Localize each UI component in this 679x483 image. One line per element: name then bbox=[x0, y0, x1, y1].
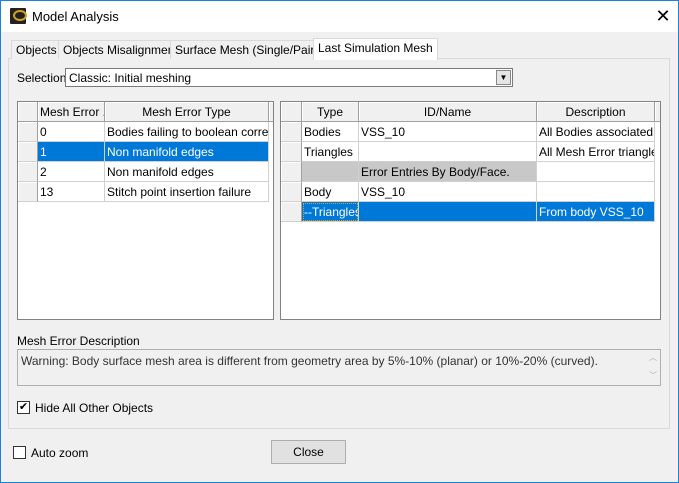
app-logo-icon bbox=[10, 8, 27, 24]
auto-zoom-label: Auto zoom bbox=[31, 446, 89, 460]
row-header[interactable] bbox=[281, 142, 302, 162]
table-cell[interactable]: Bodies bbox=[302, 122, 359, 142]
row-header[interactable] bbox=[18, 162, 38, 182]
row-header[interactable] bbox=[281, 202, 302, 222]
column-header[interactable]: ID/Name bbox=[359, 102, 537, 122]
column-header-spacer bbox=[269, 102, 273, 122]
scroll-down-icon[interactable]: ﹀ bbox=[649, 370, 657, 381]
column-header-spacer bbox=[655, 102, 660, 122]
table-cell[interactable]: Non manifold edges bbox=[105, 142, 269, 162]
tab-objects-misalignment[interactable]: Objects Misalignment bbox=[58, 40, 183, 59]
corner-header bbox=[281, 102, 302, 122]
selection-dropdown[interactable]: Classic: Initial meshing ▼ bbox=[65, 68, 513, 87]
table-cell[interactable]: VSS_10 bbox=[359, 122, 537, 142]
hide-others-label: Hide All Other Objects bbox=[35, 401, 154, 415]
table-cell[interactable]: Triangles bbox=[302, 142, 359, 162]
selection-value: Classic: Initial meshing bbox=[69, 71, 192, 85]
row-header[interactable] bbox=[281, 182, 302, 202]
table-cell[interactable]: Non manifold edges bbox=[105, 162, 269, 182]
table-cell[interactable] bbox=[537, 162, 655, 182]
tab-objects[interactable]: Objects bbox=[11, 40, 62, 59]
description-textbox[interactable]: Warning: Body surface mesh area is diffe… bbox=[17, 349, 661, 386]
table-cell[interactable]: 2 bbox=[38, 162, 105, 182]
row-header[interactable] bbox=[18, 122, 38, 142]
table-cell[interactable]: 1 bbox=[38, 142, 105, 162]
column-header[interactable]: Mesh Error Type bbox=[105, 102, 269, 122]
table-cell[interactable]: From body VSS_10 bbox=[537, 202, 655, 222]
table-cell[interactable]: Body bbox=[302, 182, 359, 202]
table-cell[interactable] bbox=[302, 162, 359, 182]
selection-label: Selection: bbox=[17, 71, 70, 85]
table-cell[interactable]: Bodies failing to boolean correctly bbox=[105, 122, 269, 142]
description-text: Warning: Body surface mesh area is diffe… bbox=[21, 354, 598, 368]
error-entries-table: Type ID/Name Description Bodies VSS_10 All Bo… bbox=[280, 101, 661, 320]
table-cell[interactable] bbox=[359, 202, 537, 222]
column-header[interactable]: Type bbox=[302, 102, 359, 122]
hide-others-checkbox[interactable]: ✔ bbox=[17, 401, 30, 414]
tab-surface-mesh[interactable]: Surface Mesh (Single/Pairs) bbox=[170, 40, 330, 59]
table-cell[interactable]: All Mesh Error triangle... bbox=[537, 142, 655, 162]
corner-header bbox=[18, 102, 38, 122]
window-title: Model Analysis bbox=[32, 9, 119, 24]
tab-last-simulation-mesh[interactable]: Last Simulation Mesh bbox=[313, 38, 438, 60]
window-close-button[interactable]: ✕ bbox=[651, 4, 675, 28]
row-header[interactable] bbox=[18, 142, 38, 162]
checkmark-icon: ✔ bbox=[18, 401, 29, 413]
table-cell[interactable] bbox=[359, 142, 537, 162]
chevron-down-icon[interactable]: ▼ bbox=[496, 70, 511, 85]
title-bar: Model Analysis ✕ bbox=[1, 1, 678, 32]
column-header[interactable]: Description bbox=[537, 102, 655, 122]
table-cell[interactable]: Stitch point insertion failure bbox=[105, 182, 269, 202]
table-cell[interactable]: --Triangles bbox=[302, 202, 359, 222]
mesh-error-table: Mesh Error ...Mesh Error Type0Bodies fai… bbox=[17, 101, 274, 320]
close-button[interactable]: Close bbox=[271, 440, 346, 464]
row-header[interactable] bbox=[18, 182, 38, 202]
table-cell[interactable]: 13 bbox=[38, 182, 105, 202]
auto-zoom-checkbox[interactable] bbox=[13, 446, 26, 459]
description-label: Mesh Error Description bbox=[17, 334, 140, 348]
table-cell[interactable]: VSS_10 bbox=[359, 182, 537, 202]
table-cell[interactable]: 0 bbox=[38, 122, 105, 142]
row-header[interactable] bbox=[281, 162, 302, 182]
table-cell[interactable]: Error Entries By Body/Face. bbox=[359, 162, 537, 182]
table-cell[interactable]: All Bodies associated ... bbox=[537, 122, 655, 142]
row-header[interactable] bbox=[281, 122, 302, 142]
scroll-up-icon[interactable]: ︿ bbox=[649, 352, 657, 363]
table-cell[interactable] bbox=[537, 182, 655, 202]
column-header[interactable]: Mesh Error ... bbox=[38, 102, 105, 122]
